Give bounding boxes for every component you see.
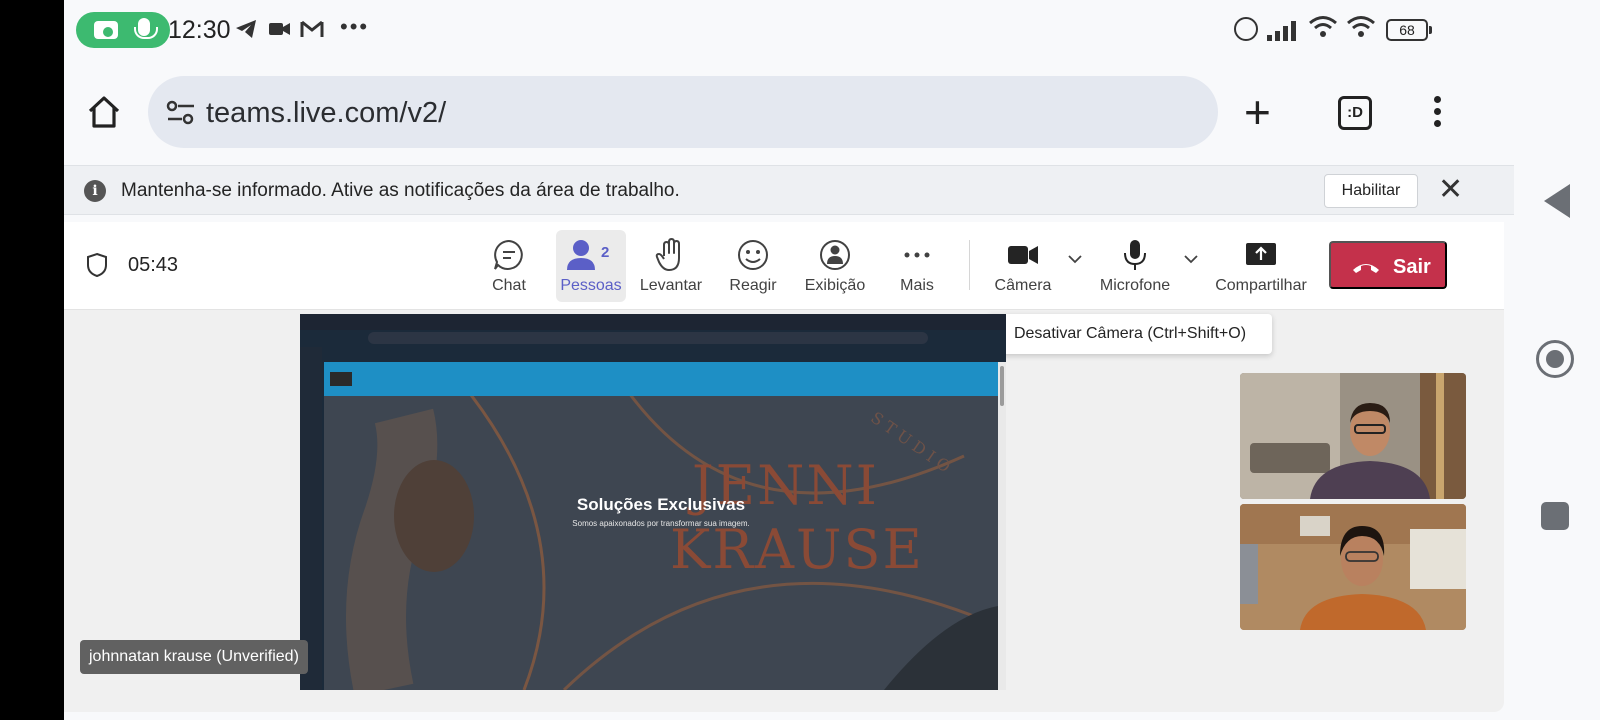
share-label: Compartilhar — [1215, 277, 1307, 294]
meeting-toolbar: 05:43 Chat 2 Pessoas Levantar Reagir Exi… — [64, 222, 1504, 310]
home-icon[interactable] — [86, 94, 122, 130]
camera-button[interactable]: Câmera — [988, 230, 1058, 302]
wifi-icon — [1347, 16, 1375, 37]
people-icon — [567, 240, 596, 270]
shared-webpage: JENNI KRAUSE STUDIO Soluções Exclusivas … — [324, 362, 998, 690]
info-icon: i — [84, 180, 106, 202]
hero-title: Soluções Exclusivas — [576, 495, 746, 514]
chat-button[interactable]: Chat — [474, 230, 544, 302]
microphone-button[interactable]: Microfone — [1100, 230, 1170, 302]
camera-options-chevron-icon[interactable] — [1068, 252, 1082, 266]
microphone-label: Microfone — [1099, 277, 1171, 294]
share-button[interactable]: Compartilhar — [1215, 230, 1307, 302]
enable-notifications-button[interactable]: Habilitar — [1324, 174, 1418, 208]
home-nav-icon[interactable] — [1536, 340, 1574, 378]
signal-icon — [1267, 19, 1301, 41]
more-label: Mais — [900, 277, 934, 294]
telegram-icon — [236, 20, 256, 38]
camera-icon — [1008, 246, 1038, 264]
status-bar: 12:30 ••• 68 — [64, 0, 1514, 58]
meeting-timer: 05:43 — [128, 254, 179, 276]
shared-browser-sidebar — [300, 347, 322, 690]
more-notifications-icon: ••• — [340, 14, 370, 39]
hero-subtitle: Somos apaixonados por transformar sua im… — [572, 519, 750, 528]
tab-switcher-button[interactable]: :D — [1338, 96, 1372, 130]
alarm-icon — [1234, 17, 1258, 41]
chat-icon — [494, 239, 523, 270]
back-icon[interactable] — [1544, 184, 1570, 218]
shared-browser-address-bar — [368, 332, 928, 344]
url-text: teams.live.com/v2/ — [206, 97, 447, 129]
view-icon — [820, 240, 850, 270]
shared-bookmarks-bar — [326, 347, 1006, 357]
shared-screen: JENNI KRAUSE STUDIO Soluções Exclusivas … — [300, 314, 1006, 690]
react-button[interactable]: Reagir — [718, 230, 788, 302]
gmail-icon — [300, 20, 324, 37]
raise-hand-icon — [655, 238, 680, 271]
browser-toolbar: teams.live.com/v2/ + :D — [64, 70, 1514, 154]
more-icon — [904, 252, 930, 258]
notification-banner: i Mantenha-se informado. Ative as notifi… — [64, 165, 1514, 215]
new-tab-icon[interactable]: + — [1244, 89, 1271, 135]
battery-icon: 68 — [1386, 19, 1432, 41]
raise-hand-button[interactable]: Levantar — [636, 230, 706, 302]
hang-up-icon — [1353, 264, 1379, 273]
leave-label: Sair — [1393, 256, 1431, 278]
status-clock: 12:30 — [168, 16, 231, 44]
camera-tooltip: Desativar Câmera (Ctrl+Shift+O) — [988, 314, 1272, 354]
recording-indicator[interactable] — [76, 12, 170, 48]
android-nav-bar — [1514, 0, 1600, 720]
smiley-icon — [738, 240, 768, 270]
recent-apps-icon[interactable] — [1541, 502, 1569, 530]
video-icon — [269, 23, 290, 35]
participant-video-1 — [1240, 373, 1466, 499]
left-screen-border — [0, 0, 64, 720]
shield-icon — [87, 252, 107, 278]
site-settings-icon[interactable] — [166, 100, 196, 126]
microphone-icon — [1124, 240, 1146, 270]
close-icon[interactable]: ✕ — [1438, 174, 1463, 206]
address-bar[interactable]: teams.live.com/v2/ — [148, 76, 1218, 148]
browser-menu-icon[interactable] — [1434, 96, 1442, 130]
camera-label: Câmera — [994, 277, 1052, 294]
meeting-stage: 05:43 Chat 2 Pessoas Levantar Reagir Exi… — [64, 222, 1504, 712]
presenter-name-tag: johnnatan krause (Unverified) — [80, 640, 308, 674]
site-logo — [330, 372, 352, 386]
shared-scrollbar — [998, 362, 1006, 690]
shared-browser-tabbar — [300, 314, 1006, 330]
camera-icon — [94, 21, 118, 39]
site-navbar — [324, 362, 998, 396]
participant-video-tile[interactable] — [1240, 504, 1466, 630]
mic-icon — [134, 18, 158, 39]
wifi-calling-icon — [1309, 16, 1337, 37]
banner-message: Mantenha-se informado. Ative as notifica… — [121, 180, 680, 201]
participant-video-2 — [1240, 504, 1466, 630]
leave-button[interactable]: Sair — [1329, 241, 1447, 289]
phone-screen: 12:30 ••• 68 teams.live.com/v2/ +:D i M… — [64, 0, 1514, 720]
microphone-options-chevron-icon[interactable] — [1184, 252, 1198, 266]
more-button[interactable]: Mais — [882, 230, 952, 302]
participant-video-tile[interactable] — [1240, 373, 1466, 499]
view-button[interactable]: Exibição — [800, 230, 870, 302]
people-count-badge: 2 — [601, 244, 610, 261]
share-screen-icon — [1246, 243, 1276, 265]
